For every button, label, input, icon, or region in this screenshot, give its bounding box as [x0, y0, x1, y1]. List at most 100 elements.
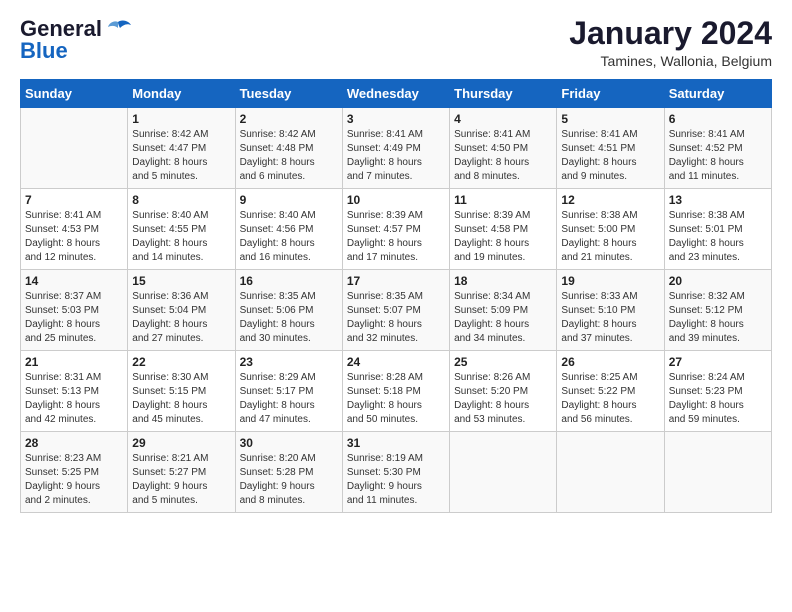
day-cell: 4 Sunrise: 8:41 AM Sunset: 4:50 PM Daylig… — [450, 108, 557, 189]
calendar-table: SundayMondayTuesdayWednesdayThursdayFrid… — [20, 79, 772, 513]
day-cell: 26Sunrise: 8:25 AM Sunset: 5:22 PM Dayli… — [557, 351, 664, 432]
day-info: Sunrise: 8:35 AM Sunset: 5:06 PM Dayligh… — [240, 290, 338, 346]
header-row: SundayMondayTuesdayWednesdayThursdayFrid… — [21, 80, 772, 108]
day-cell: 15 Sunrise: 8:36 AM Sunset: 5:04 PM Dayli… — [128, 270, 235, 351]
day-number: 6 — [669, 112, 767, 126]
day-cell — [450, 432, 557, 513]
day-cell: 25Sunrise: 8:26 AM Sunset: 5:20 PM Dayli… — [450, 351, 557, 432]
day-cell: 8 Sunrise: 8:40 AM Sunset: 4:55 PM Daylig… — [128, 189, 235, 270]
day-number: 31 — [347, 436, 445, 450]
day-info: Sunrise: 8:41 AM Sunset: 4:53 PM Dayligh… — [25, 209, 123, 265]
day-number: 8 — [132, 193, 230, 207]
day-number: 29 — [132, 436, 230, 450]
day-cell: 1 Sunrise: 8:42 AM Sunset: 4:47 PM Daylig… — [128, 108, 235, 189]
day-info: Sunrise: 8:38 AM Sunset: 5:00 PM Dayligh… — [561, 209, 659, 265]
col-header-saturday: Saturday — [664, 80, 771, 108]
day-info: Sunrise: 8:23 AM Sunset: 5:25 PM Dayligh… — [25, 452, 123, 508]
day-number: 7 — [25, 193, 123, 207]
header: General Blue January 2024 Tamines, Wallo… — [20, 16, 772, 69]
day-cell: 2 Sunrise: 8:42 AM Sunset: 4:48 PM Daylig… — [235, 108, 342, 189]
day-number: 16 — [240, 274, 338, 288]
day-cell: 11 Sunrise: 8:39 AM Sunset: 4:58 PM Dayli… — [450, 189, 557, 270]
day-info: Sunrise: 8:29 AM Sunset: 5:17 PM Dayligh… — [240, 371, 338, 427]
day-number: 14 — [25, 274, 123, 288]
day-cell: 19Sunrise: 8:33 AM Sunset: 5:10 PM Dayli… — [557, 270, 664, 351]
day-number: 22 — [132, 355, 230, 369]
day-cell: 18Sunrise: 8:34 AM Sunset: 5:09 PM Dayli… — [450, 270, 557, 351]
day-number: 9 — [240, 193, 338, 207]
day-number: 13 — [669, 193, 767, 207]
day-info: Sunrise: 8:33 AM Sunset: 5:10 PM Dayligh… — [561, 290, 659, 346]
day-number: 24 — [347, 355, 445, 369]
day-number: 10 — [347, 193, 445, 207]
day-number: 27 — [669, 355, 767, 369]
week-row-5: 28Sunrise: 8:23 AM Sunset: 5:25 PM Dayli… — [21, 432, 772, 513]
day-info: Sunrise: 8:32 AM Sunset: 5:12 PM Dayligh… — [669, 290, 767, 346]
day-info: Sunrise: 8:41 AM Sunset: 4:50 PM Dayligh… — [454, 128, 552, 184]
day-number: 17 — [347, 274, 445, 288]
day-info: Sunrise: 8:39 AM Sunset: 4:58 PM Dayligh… — [454, 209, 552, 265]
day-number: 11 — [454, 193, 552, 207]
day-number: 23 — [240, 355, 338, 369]
col-header-monday: Monday — [128, 80, 235, 108]
day-info: Sunrise: 8:42 AM Sunset: 4:48 PM Dayligh… — [240, 128, 338, 184]
day-number: 25 — [454, 355, 552, 369]
day-cell: 31Sunrise: 8:19 AM Sunset: 5:30 PM Dayli… — [342, 432, 449, 513]
day-cell: 5 Sunrise: 8:41 AM Sunset: 4:51 PM Daylig… — [557, 108, 664, 189]
logo-blue: Blue — [20, 38, 68, 64]
location: Tamines, Wallonia, Belgium — [569, 53, 772, 69]
day-cell: 30 Sunrise: 8:20 AM Sunset: 5:28 PM Dayli… — [235, 432, 342, 513]
day-info: Sunrise: 8:41 AM Sunset: 4:51 PM Dayligh… — [561, 128, 659, 184]
day-info: Sunrise: 8:24 AM Sunset: 5:23 PM Dayligh… — [669, 371, 767, 427]
day-cell: 28Sunrise: 8:23 AM Sunset: 5:25 PM Dayli… — [21, 432, 128, 513]
col-header-tuesday: Tuesday — [235, 80, 342, 108]
day-cell: 6 Sunrise: 8:41 AM Sunset: 4:52 PM Daylig… — [664, 108, 771, 189]
day-cell: 13Sunrise: 8:38 AM Sunset: 5:01 PM Dayli… — [664, 189, 771, 270]
col-header-thursday: Thursday — [450, 80, 557, 108]
day-number: 15 — [132, 274, 230, 288]
day-cell: 12 Sunrise: 8:38 AM Sunset: 5:00 PM Dayli… — [557, 189, 664, 270]
day-cell — [557, 432, 664, 513]
day-info: Sunrise: 8:39 AM Sunset: 4:57 PM Dayligh… — [347, 209, 445, 265]
day-number: 20 — [669, 274, 767, 288]
col-header-friday: Friday — [557, 80, 664, 108]
month-title: January 2024 — [569, 16, 772, 51]
day-cell: 24 Sunrise: 8:28 AM Sunset: 5:18 PM Dayli… — [342, 351, 449, 432]
day-info: Sunrise: 8:35 AM Sunset: 5:07 PM Dayligh… — [347, 290, 445, 346]
day-cell — [21, 108, 128, 189]
week-row-4: 21Sunrise: 8:31 AM Sunset: 5:13 PM Dayli… — [21, 351, 772, 432]
week-row-2: 7 Sunrise: 8:41 AM Sunset: 4:53 PM Daylig… — [21, 189, 772, 270]
day-info: Sunrise: 8:20 AM Sunset: 5:28 PM Dayligh… — [240, 452, 338, 508]
day-number: 5 — [561, 112, 659, 126]
day-info: Sunrise: 8:21 AM Sunset: 5:27 PM Dayligh… — [132, 452, 230, 508]
day-number: 26 — [561, 355, 659, 369]
day-cell: 7 Sunrise: 8:41 AM Sunset: 4:53 PM Daylig… — [21, 189, 128, 270]
col-header-wednesday: Wednesday — [342, 80, 449, 108]
day-cell: 3Sunrise: 8:41 AM Sunset: 4:49 PM Daylig… — [342, 108, 449, 189]
day-number: 4 — [454, 112, 552, 126]
day-info: Sunrise: 8:41 AM Sunset: 4:52 PM Dayligh… — [669, 128, 767, 184]
day-info: Sunrise: 8:42 AM Sunset: 4:47 PM Dayligh… — [132, 128, 230, 184]
day-cell: 22Sunrise: 8:30 AM Sunset: 5:15 PM Dayli… — [128, 351, 235, 432]
day-number: 12 — [561, 193, 659, 207]
day-info: Sunrise: 8:31 AM Sunset: 5:13 PM Dayligh… — [25, 371, 123, 427]
logo: General Blue — [20, 16, 132, 64]
week-row-3: 14Sunrise: 8:37 AM Sunset: 5:03 PM Dayli… — [21, 270, 772, 351]
day-info: Sunrise: 8:34 AM Sunset: 5:09 PM Dayligh… — [454, 290, 552, 346]
day-info: Sunrise: 8:40 AM Sunset: 4:56 PM Dayligh… — [240, 209, 338, 265]
day-number: 1 — [132, 112, 230, 126]
day-info: Sunrise: 8:36 AM Sunset: 5:04 PM Dayligh… — [132, 290, 230, 346]
logo-bird-icon — [104, 18, 132, 40]
day-cell: 17 Sunrise: 8:35 AM Sunset: 5:07 PM Dayli… — [342, 270, 449, 351]
day-info: Sunrise: 8:40 AM Sunset: 4:55 PM Dayligh… — [132, 209, 230, 265]
day-cell: 29 Sunrise: 8:21 AM Sunset: 5:27 PM Dayli… — [128, 432, 235, 513]
day-info: Sunrise: 8:41 AM Sunset: 4:49 PM Dayligh… — [347, 128, 445, 184]
day-cell: 27 Sunrise: 8:24 AM Sunset: 5:23 PM Dayli… — [664, 351, 771, 432]
week-row-1: 1 Sunrise: 8:42 AM Sunset: 4:47 PM Daylig… — [21, 108, 772, 189]
day-number: 30 — [240, 436, 338, 450]
day-cell: 23 Sunrise: 8:29 AM Sunset: 5:17 PM Dayli… — [235, 351, 342, 432]
day-number: 2 — [240, 112, 338, 126]
day-info: Sunrise: 8:28 AM Sunset: 5:18 PM Dayligh… — [347, 371, 445, 427]
day-cell: 21Sunrise: 8:31 AM Sunset: 5:13 PM Dayli… — [21, 351, 128, 432]
day-cell: 20 Sunrise: 8:32 AM Sunset: 5:12 PM Dayli… — [664, 270, 771, 351]
